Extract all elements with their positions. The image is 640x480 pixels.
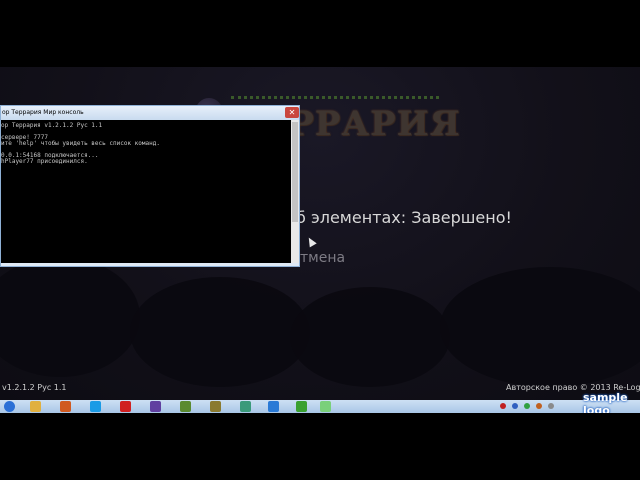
letterbox-top <box>0 0 640 67</box>
paint-icon[interactable] <box>268 401 279 412</box>
explorer-icon[interactable] <box>30 401 41 412</box>
game-icon[interactable] <box>210 401 221 412</box>
mouse-cursor-icon <box>305 235 317 248</box>
close-icon: ✕ <box>288 108 296 117</box>
yandex-icon[interactable] <box>120 401 131 412</box>
firefox-icon[interactable] <box>60 401 71 412</box>
console-icon[interactable] <box>320 401 331 412</box>
background-tree <box>0 257 140 377</box>
version-label: v1.2.1.2 Рус 1.1 <box>2 383 67 392</box>
console-title: ор Террария Мир консоль <box>2 109 84 116</box>
tray-icon[interactable] <box>512 403 518 409</box>
loading-status: б элементах: Завершено! <box>296 208 512 227</box>
console-line: ите 'help' чтобы увидеть весь список ком… <box>1 140 160 147</box>
close-button[interactable]: ✕ <box>285 107 299 118</box>
cancel-button[interactable]: тмена <box>300 250 345 266</box>
console-line: ор Террария v1.2.1.2 Рус 1.1 <box>1 122 103 129</box>
console-titlebar[interactable]: ор Террария Мир консоль ✕ <box>1 106 299 120</box>
tray-icon[interactable] <box>524 403 530 409</box>
scrollbar-thumb[interactable] <box>292 122 298 222</box>
block-icon[interactable] <box>240 401 251 412</box>
tray-icon[interactable] <box>536 403 542 409</box>
tool-icon[interactable] <box>150 401 161 412</box>
taskbar <box>0 400 640 413</box>
letterbox-bottom <box>0 413 640 480</box>
skype-icon[interactable] <box>90 401 101 412</box>
background-tree <box>130 277 310 387</box>
leaf-icon[interactable] <box>296 401 307 412</box>
background-tree <box>440 267 640 387</box>
minecraft-icon[interactable] <box>180 401 191 412</box>
tray-icon[interactable] <box>500 403 506 409</box>
start-orb-icon[interactable] <box>4 401 15 412</box>
tray-icon[interactable] <box>548 403 554 409</box>
background-tree <box>290 287 450 387</box>
console-output[interactable]: ор Террария v1.2.1.2 Рус 1.1 сервере! 77… <box>1 120 291 263</box>
console-line: hPlayer77 присоединился. <box>1 158 88 165</box>
server-console-window[interactable]: ор Террария Мир консоль ✕ ор Террария v1… <box>0 105 300 267</box>
console-scrollbar[interactable] <box>291 120 299 263</box>
